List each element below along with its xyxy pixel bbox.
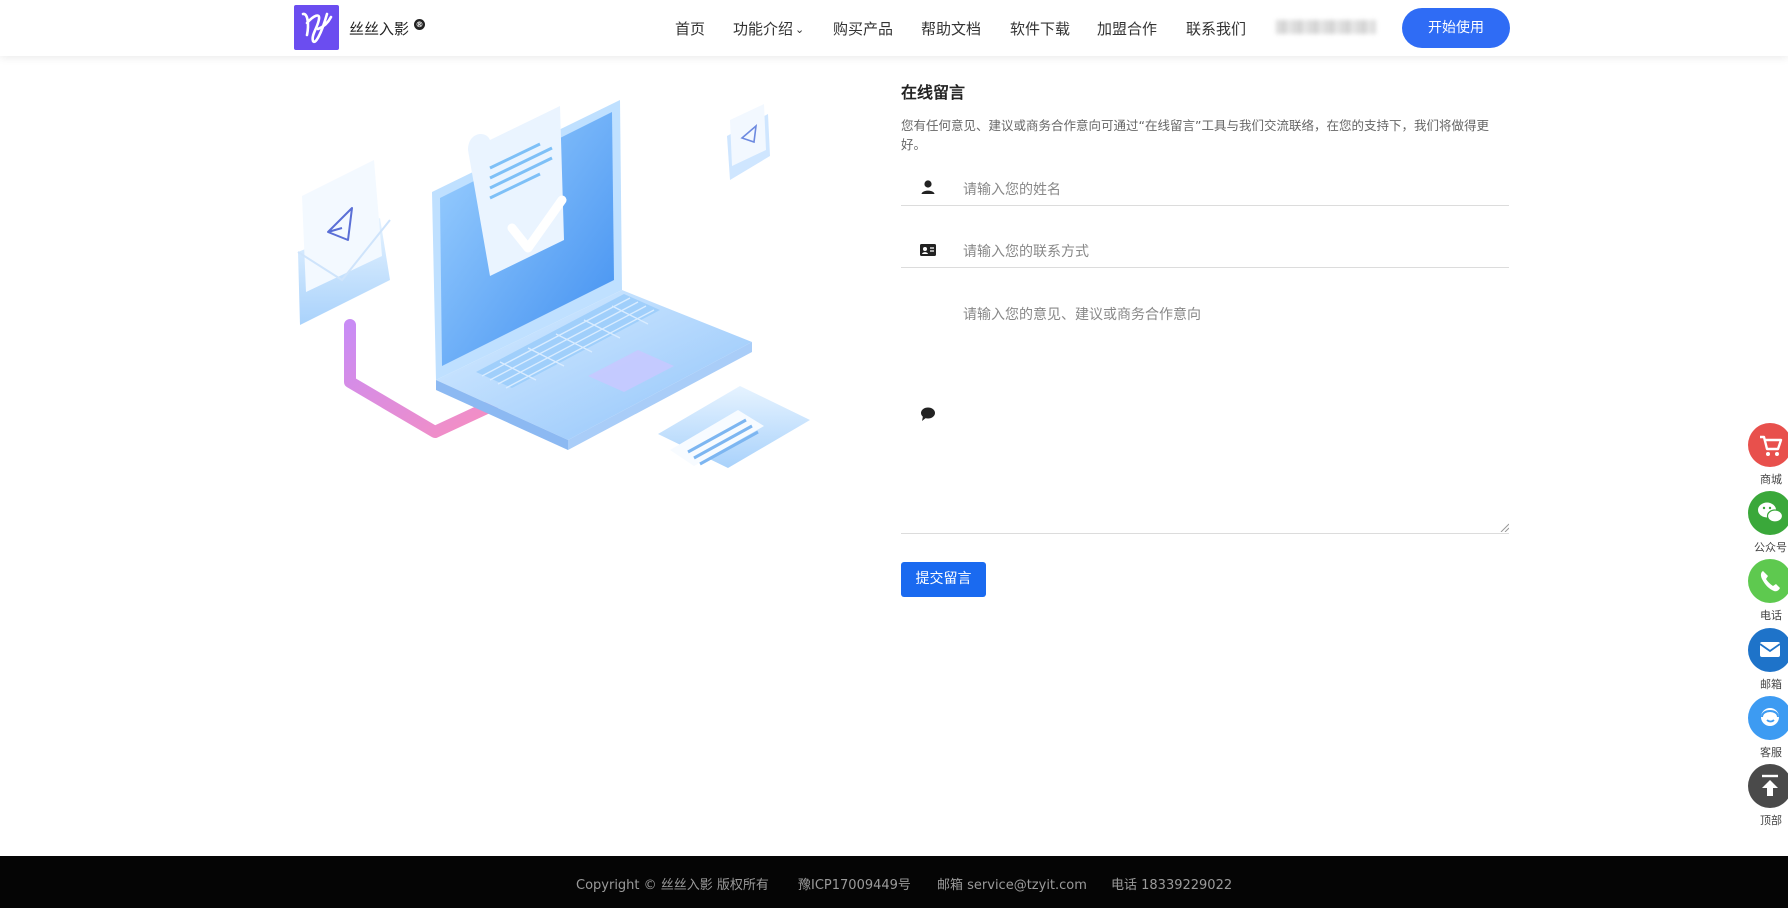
name-field[interactable]: 请输入您的姓名 — [901, 168, 1509, 206]
cart-icon — [1760, 435, 1783, 456]
site-footer: Copyright © 丝丝入影 版权所有 豫ICP17009449号 邮箱 s… — [0, 856, 1788, 908]
side-top-circle[interactable] — [1748, 764, 1788, 808]
id-card-icon — [920, 244, 936, 256]
comment-icon — [921, 407, 935, 421]
footer-copyright: Copyright © 丝丝入影 版权所有 — [576, 878, 769, 893]
side-wechat-circle[interactable] — [1748, 491, 1788, 535]
side-phone-label: 电话 — [1760, 609, 1782, 622]
nav-item-features[interactable]: 功能介绍 ⌄ — [733, 18, 804, 39]
chevron-down-icon: ⌄ — [795, 23, 805, 36]
nav-item-docs[interactable]: 帮助文档 — [921, 18, 981, 39]
form-title: 在线留言 — [901, 83, 966, 102]
side-wechat-label: 公众号 — [1754, 541, 1787, 554]
side-mail-label: 邮箱 — [1760, 678, 1782, 691]
side-service-circle[interactable] — [1748, 696, 1788, 740]
name-input[interactable]: 请输入您的姓名 — [963, 179, 1061, 199]
nav-item-features-label: 功能介绍 — [733, 20, 794, 38]
nav-item-buy[interactable]: 购买产品 — [833, 18, 893, 39]
logo-mark-icon — [301, 12, 333, 44]
blurred-user-info[interactable] — [1276, 20, 1376, 34]
phone-icon — [1760, 571, 1780, 592]
site-header: 丝丝入影 ® 首页 功能介绍 ⌄ 购买产品 帮助文档 软件下载 加盟合作 联系我们… — [0, 0, 1788, 56]
start-button[interactable]: 开始使用 — [1402, 8, 1510, 48]
wechat-icon — [1758, 502, 1784, 523]
side-mall-circle[interactable] — [1748, 423, 1788, 467]
side-phone-circle[interactable] — [1748, 559, 1788, 603]
resize-handle-icon[interactable] — [1500, 523, 1509, 532]
contact-input[interactable]: 请输入您的联系方式 — [963, 241, 1089, 261]
nav-item-partner[interactable]: 加盟合作 — [1097, 18, 1157, 39]
logo[interactable] — [294, 5, 339, 50]
user-icon — [921, 180, 935, 194]
side-top-label: 顶部 — [1760, 814, 1782, 827]
footer-phone: 电话 18339229022 — [1111, 878, 1233, 893]
footer-email[interactable]: 邮箱 service@tzyit.com — [937, 874, 1087, 893]
footer-icp[interactable]: 豫ICP17009449号 — [798, 874, 911, 893]
nav-item-home[interactable]: 首页 — [675, 18, 705, 39]
laptop-mail-illustration — [297, 100, 810, 468]
nav-item-contact[interactable]: 联系我们 — [1186, 18, 1246, 39]
message-field[interactable]: 请输入您的意见、建议或商务合作意向 — [901, 292, 1509, 534]
side-mall-label: 商城 — [1760, 473, 1782, 486]
nav-item-download[interactable]: 软件下载 — [1010, 18, 1070, 39]
back-to-top-icon — [1762, 774, 1778, 796]
submit-button[interactable]: 提交留言 — [901, 562, 986, 597]
customer-service-icon — [1761, 708, 1779, 726]
message-textarea[interactable]: 请输入您的意见、建议或商务合作意向 — [963, 304, 1201, 324]
side-service-label: 客服 — [1760, 746, 1782, 759]
contact-field[interactable]: 请输入您的联系方式 — [901, 230, 1509, 268]
registered-badge: ® — [414, 19, 425, 30]
side-mail-circle[interactable] — [1748, 628, 1788, 672]
form-description: 您有任何意见、建议或商务合作意向可通过“在线留言”工具与我们交流联络，在您的支持… — [901, 118, 1489, 152]
mail-icon — [1759, 642, 1781, 657]
brand-name[interactable]: 丝丝入影 — [349, 18, 409, 39]
